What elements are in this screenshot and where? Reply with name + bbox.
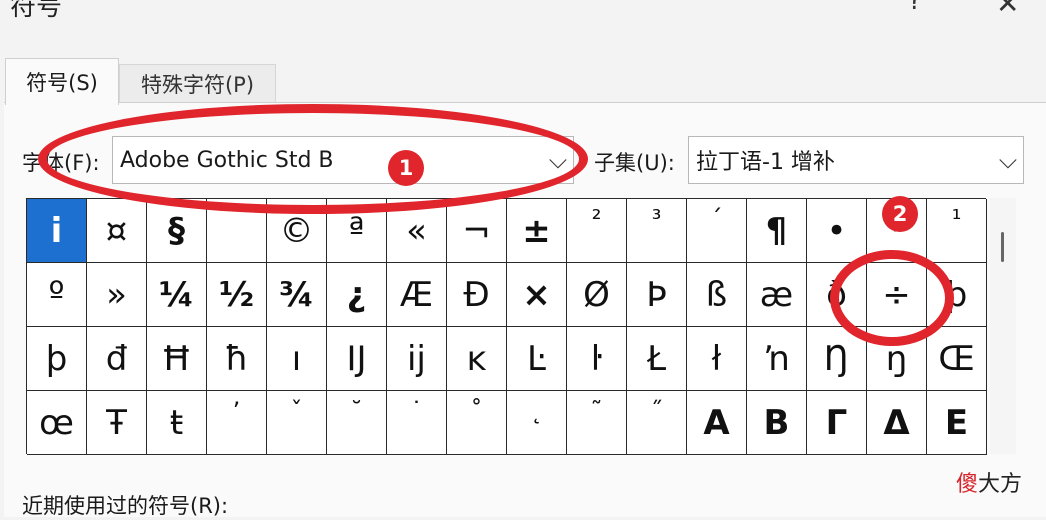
annotation-badge-2: 2	[882, 196, 918, 232]
symbol-cell-r3-c4[interactable]: ħ	[207, 327, 267, 391]
symbol-cell-r3-c12[interactable]: ł	[687, 327, 747, 391]
symbol-cell-r3-c16[interactable]: Œ	[927, 327, 987, 391]
symbol-cell-r1-c4[interactable]: ¨	[207, 199, 267, 263]
symbol-cell-r4-c3[interactable]: ŧ	[147, 391, 207, 455]
symbol-cell-r4-c11[interactable]: ˝	[627, 391, 687, 455]
symbol-cell-r3-c1[interactable]: þ	[27, 327, 87, 391]
symbol-cell-r1-c5[interactable]: ©	[267, 199, 327, 263]
chevron-down-icon: ⌵	[548, 146, 568, 174]
symbol-cell-r2-c4[interactable]: ½	[207, 263, 267, 327]
symbol-cell-r2-c7[interactable]: Æ	[387, 263, 447, 327]
help-icon[interactable]: ?	[908, 0, 922, 16]
symbol-cell-r1-c9[interactable]: ±	[507, 199, 567, 263]
tab-symbols[interactable]: 符号(S)	[5, 58, 119, 105]
symbol-cell-r3-c15[interactable]: ŋ	[867, 327, 927, 391]
symbol-cell-r3-c3[interactable]: Ħ	[147, 327, 207, 391]
symbol-cell-r1-c11[interactable]: ³	[627, 199, 687, 263]
symbol-cell-r4-c10[interactable]: ˜	[567, 391, 627, 455]
symbol-cell-r2-c10[interactable]: Ø	[567, 263, 627, 327]
symbol-cell-r4-c16[interactable]: Ε	[927, 391, 987, 455]
symbol-cell-r4-c6[interactable]: ˘	[327, 391, 387, 455]
subset-select-value: 拉丁语-1 增补	[696, 150, 835, 175]
symbol-grid: i¤§¨©ª«¬±²³´¶•¸¹º»¼½¾¿ÆÐ×ØÞßæð÷þþđĦħıĲĳĸ…	[26, 198, 987, 455]
symbol-cell-r3-c10[interactable]: ŀ	[567, 327, 627, 391]
symbol-cell-r4-c9[interactable]: ˛	[507, 391, 567, 455]
subset-select[interactable]: 拉丁语-1 增补 ⌵	[688, 136, 1024, 184]
symbol-cell-r2-c5[interactable]: ¾	[267, 263, 327, 327]
symbol-cell-r1-c3[interactable]: §	[147, 199, 207, 263]
symbol-cell-r1-c8[interactable]: ¬	[447, 199, 507, 263]
symbol-cell-r2-c11[interactable]: Þ	[627, 263, 687, 327]
chevron-down-icon: ⌵	[998, 146, 1018, 174]
symbol-cell-r3-c14[interactable]: Ŋ	[807, 327, 867, 391]
symbol-cell-r1-c10[interactable]: ²	[567, 199, 627, 263]
symbol-cell-r1-c6[interactable]: ª	[327, 199, 387, 263]
annotation-badge-1: 1	[388, 150, 424, 186]
symbol-cell-r3-c6[interactable]: Ĳ	[327, 327, 387, 391]
watermark: 傻大方	[956, 472, 1023, 497]
close-icon[interactable]: ✕	[996, 0, 1019, 20]
subset-label: 子集(U):	[594, 151, 675, 175]
symbol-cell-r2-c12[interactable]: ß	[687, 263, 747, 327]
symbol-cell-r4-c5[interactable]: ˇ	[267, 391, 327, 455]
symbol-grid-scrollbar[interactable]	[990, 198, 1016, 454]
symbol-cell-r3-c13[interactable]: ŉ	[747, 327, 807, 391]
symbol-cell-r3-c7[interactable]: ĳ	[387, 327, 447, 391]
symbol-cell-r2-c3[interactable]: ¼	[147, 263, 207, 327]
symbol-cell-r3-c11[interactable]: Ł	[627, 327, 687, 391]
symbol-cell-r4-c14[interactable]: Γ	[807, 391, 867, 455]
symbol-cell-r2-c1[interactable]: º	[27, 263, 87, 327]
symbol-cell-r2-c2[interactable]: »	[87, 263, 147, 327]
symbol-cell-r4-c4[interactable]: ʼ	[207, 391, 267, 455]
symbol-cell-r1-c1[interactable]: i	[27, 199, 87, 263]
symbol-cell-r1-c13[interactable]: ¶	[747, 199, 807, 263]
symbol-cell-r1-c2[interactable]: ¤	[87, 199, 147, 263]
symbol-cell-r2-c6[interactable]: ¿	[327, 263, 387, 327]
symbol-cell-r2-c9[interactable]: ×	[507, 263, 567, 327]
symbol-cell-r2-c16[interactable]: þ	[927, 263, 987, 327]
symbol-cell-r4-c15[interactable]: Δ	[867, 391, 927, 455]
symbol-cell-r4-c8[interactable]: ˚	[447, 391, 507, 455]
tab-special-characters[interactable]: 特殊字符(P)	[119, 64, 276, 103]
scrollbar-thumb[interactable]	[1001, 232, 1004, 262]
symbol-cell-r1-c14[interactable]: •	[807, 199, 867, 263]
symbol-cell-r4-c2[interactable]: Ŧ	[87, 391, 147, 455]
symbol-cell-r3-c5[interactable]: ı	[267, 327, 327, 391]
symbol-cell-r1-c7[interactable]: «	[387, 199, 447, 263]
symbol-cell-r2-c13[interactable]: æ	[747, 263, 807, 327]
symbol-cell-r4-c7[interactable]: ˙	[387, 391, 447, 455]
font-select-value: Adobe Gothic Std B	[120, 147, 334, 173]
symbol-cell-r4-c13[interactable]: Β	[747, 391, 807, 455]
font-select[interactable]: Adobe Gothic Std B ⌵	[112, 136, 574, 184]
symbol-cell-r3-c2[interactable]: đ	[87, 327, 147, 391]
symbol-cell-r4-c12[interactable]: Α	[687, 391, 747, 455]
symbol-cell-r1-c16[interactable]: ¹	[927, 199, 987, 263]
dialog-title-bar: 符号 ? ✕	[0, 0, 1046, 36]
symbol-cell-r1-c12[interactable]: ´	[687, 199, 747, 263]
dialog-title: 符号	[10, 0, 63, 22]
symbol-cell-r3-c8[interactable]: ĸ	[447, 327, 507, 391]
symbol-cell-r4-c1[interactable]: œ	[27, 391, 87, 455]
font-label: 字体(F):	[22, 151, 100, 175]
symbol-cell-r2-c14[interactable]: ð	[807, 263, 867, 327]
symbol-cell-r2-c15[interactable]: ÷	[867, 263, 927, 327]
symbol-cell-r2-c8[interactable]: Ð	[447, 263, 507, 327]
symbol-cell-r3-c9[interactable]: Ŀ	[507, 327, 567, 391]
